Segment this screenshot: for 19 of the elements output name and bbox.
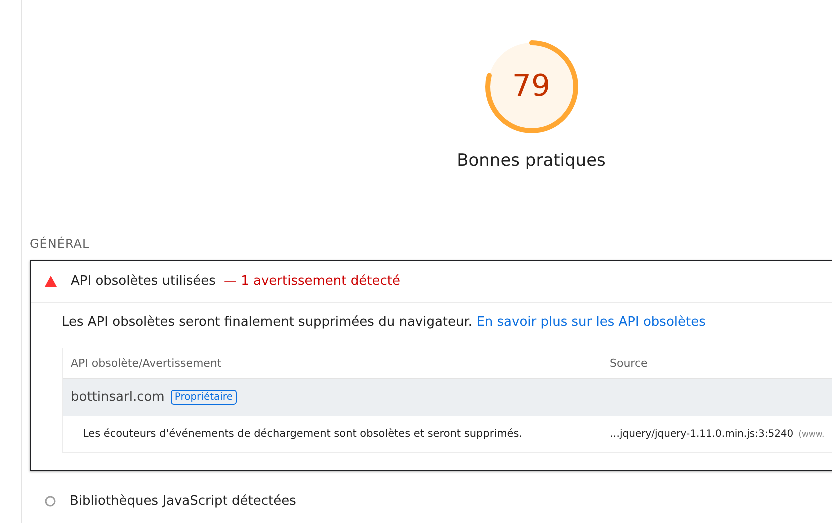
source-host: (www. [798,430,825,440]
circle-icon [45,496,56,507]
column-header: API obsolète/Avertissement [70,356,223,372]
audit-header[interactable]: Bibliothèques JavaScript détectées [31,481,832,523]
audit-title: Bibliothèques JavaScript détectées [70,494,296,509]
source-url: …jquery/jquery-1.11.0.min.js:3:5240 [610,428,794,440]
category-title: Bonnes pratiques [457,151,606,171]
warning-triangle-icon [45,276,57,287]
column-header: Source [609,356,649,372]
audit-description: Les API obsolètes seront finalement supprimées du navigateur. En savoir plus sur les API obsolètes [62,315,707,330]
audit-summary: — 1 avertissement détecté [224,274,400,289]
audit-title: API obsolètes utilisées [71,274,216,289]
warning-text: Les écouteurs d'événements de déchargement sont obsolètes et seront supprimés. [82,427,524,442]
section-heading: GÉNÉRAL [30,237,91,251]
domain-name: bottinsarl.com [71,390,165,405]
owner-badge: Propriétaire [170,390,237,405]
audit-header[interactable]: API obsolètes utilisées — 1 avertissement détecté [31,261,832,303]
learn-more-link[interactable]: En savoir plus sur les API obsolètes [476,315,706,330]
score-value: 79 [512,72,551,102]
